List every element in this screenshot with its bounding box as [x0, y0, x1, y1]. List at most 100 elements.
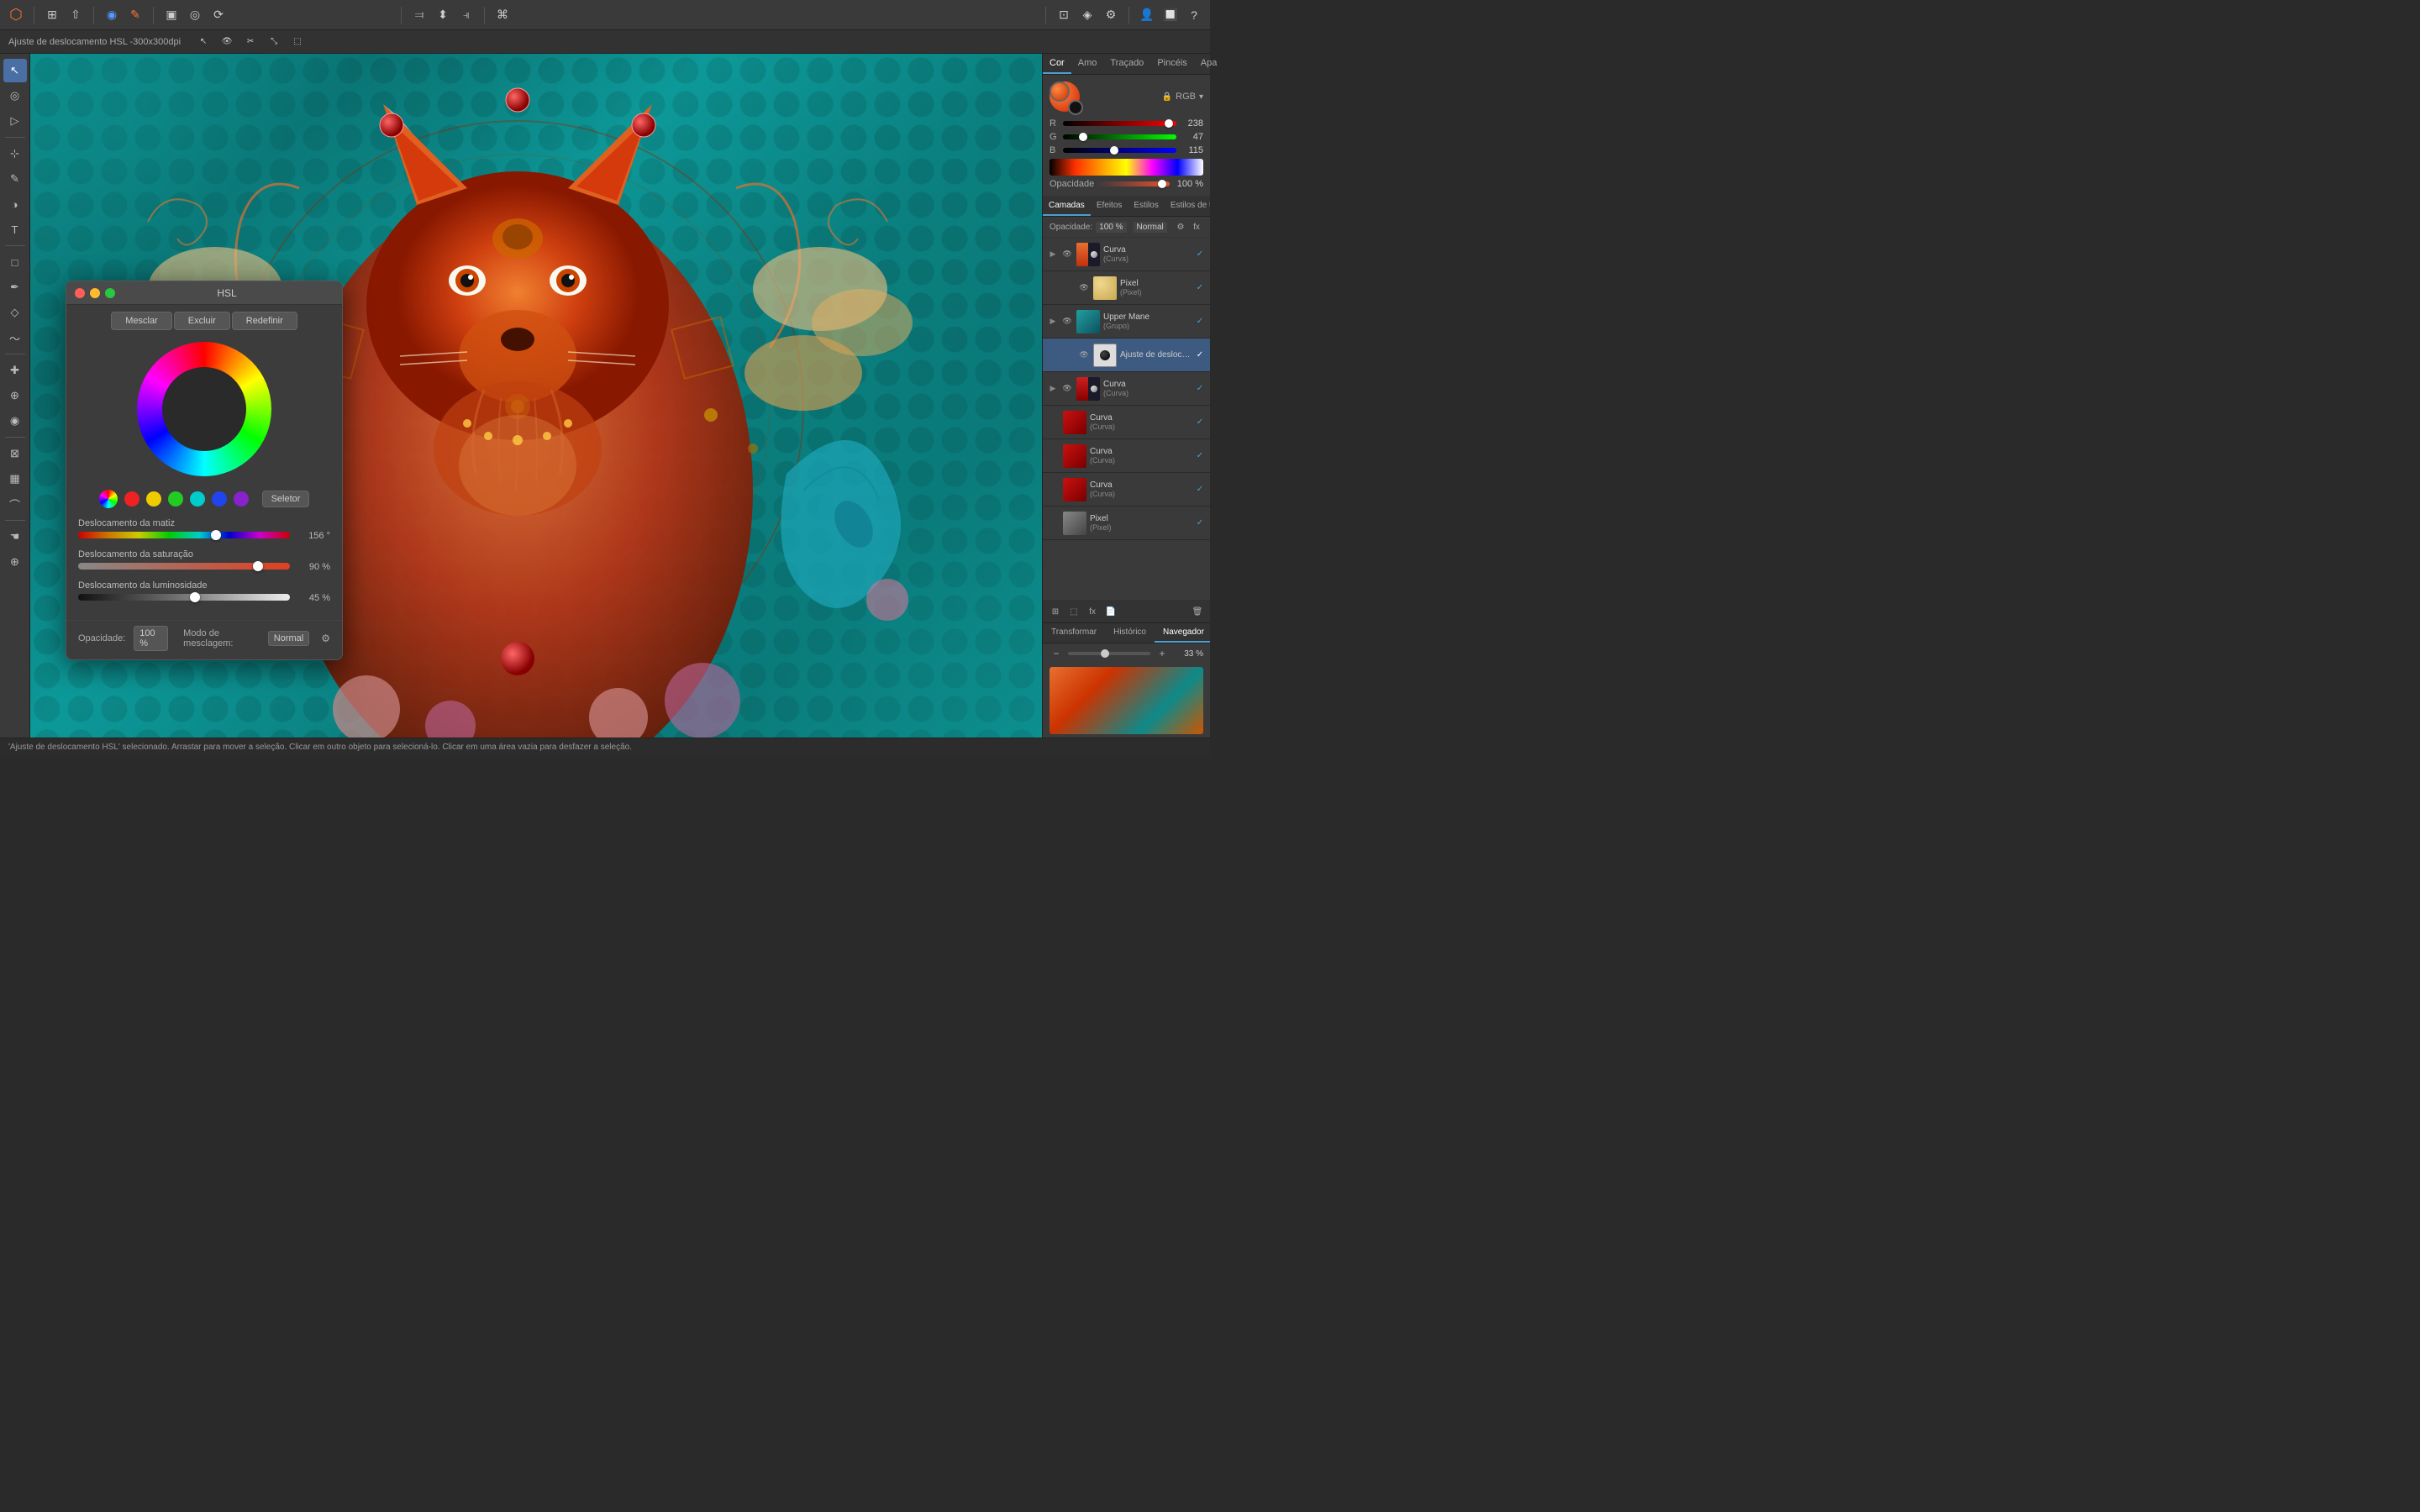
crop-tool[interactable]: ⊹	[3, 142, 27, 165]
layer-item[interactable]: Pixel (Pixel) ✓	[1043, 507, 1210, 540]
paint-icon[interactable]: ✎	[126, 6, 145, 24]
layers-opacity-val[interactable]: 100 %	[1096, 222, 1126, 233]
tab-historico[interactable]: Histórico	[1105, 623, 1155, 643]
layers-fx-icon[interactable]: fx	[1190, 220, 1203, 234]
layer-item[interactable]: ▶ 👁 Curva (Curva) ✓	[1043, 238, 1210, 271]
maximize-button[interactable]	[105, 288, 115, 298]
hand-tool[interactable]: ☚	[3, 525, 27, 549]
fill-tool[interactable]: ◑	[3, 192, 27, 216]
layer-check-icon[interactable]: ✓	[1195, 384, 1205, 394]
reset-button[interactable]: Redefinir	[232, 312, 297, 330]
pen-tool[interactable]: ✒	[3, 276, 27, 299]
layer-visibility-icon[interactable]: 👁	[1061, 383, 1073, 395]
layers-blend-mode[interactable]: Normal	[1134, 222, 1167, 233]
layer-check-icon[interactable]: ✓	[1195, 518, 1205, 528]
align-center-icon[interactable]: ⬍	[434, 6, 452, 24]
spectrum-swatch[interactable]	[99, 490, 118, 508]
grid-icon[interactable]: ⊞	[43, 6, 61, 24]
color-model[interactable]: RGB	[1176, 92, 1196, 102]
b-thumb[interactable]	[1110, 146, 1118, 155]
layers-settings-icon[interactable]: ⚙	[1174, 220, 1187, 234]
opacity-slider[interactable]	[1097, 181, 1170, 186]
layer-check-icon[interactable]: ✓	[1195, 417, 1205, 428]
brush-settings-icon[interactable]: ◈	[1078, 6, 1097, 24]
heal-tool[interactable]: ✚	[3, 359, 27, 382]
sat-slider-track[interactable]	[78, 563, 290, 570]
layer-item[interactable]: ▶ 👁 Upper Mane (Grupo) ✓	[1043, 305, 1210, 339]
tab-tracado[interactable]: Traçado	[1103, 54, 1150, 74]
tab-amo[interactable]: Amo	[1071, 54, 1104, 74]
node-tool[interactable]: ◎	[3, 84, 27, 108]
red-swatch[interactable]	[124, 491, 139, 507]
help-icon[interactable]: ?	[1185, 6, 1203, 24]
r-thumb[interactable]	[1165, 119, 1173, 128]
layers-stack-icon[interactable]: ⊞	[1048, 604, 1063, 619]
layer-visibility-icon2[interactable]: 👁	[1078, 349, 1090, 361]
layer-expand-icon[interactable]: ▶	[1048, 384, 1058, 394]
node2-tool[interactable]: ◇	[3, 301, 27, 324]
photo-icon[interactable]: ◉	[103, 6, 121, 24]
clone-tool[interactable]: ⊕	[3, 384, 27, 407]
layer-check-icon[interactable]: ✓	[1195, 317, 1205, 327]
lasso-tool[interactable]: ⌒	[3, 492, 27, 516]
background-color[interactable]	[1068, 100, 1083, 115]
layer-item[interactable]: Curva (Curva) ✓	[1043, 439, 1210, 473]
share-icon[interactable]: ⇧	[66, 6, 85, 24]
purple-swatch[interactable]	[234, 491, 249, 507]
blue-swatch[interactable]	[212, 491, 227, 507]
yellow-swatch[interactable]	[146, 491, 161, 507]
layer-check-icon[interactable]: ✓	[1195, 485, 1205, 495]
eye-tool[interactable]: 👁	[218, 33, 236, 51]
select-ellipse-icon[interactable]: ◎	[186, 6, 204, 24]
user-icon[interactable]: 👤	[1138, 6, 1156, 24]
layer-item[interactable]: 👁 Pixel (Pixel) ✓	[1043, 271, 1210, 305]
canvas-area[interactable]: HSL Mesclar Excluir Redefinir	[30, 54, 1042, 738]
shape-tool[interactable]: □	[3, 250, 27, 274]
layer-item[interactable]: Curva (Curva) ✓	[1043, 473, 1210, 507]
crop-tool[interactable]: ✂	[241, 33, 260, 51]
store-icon[interactable]: 🔲	[1161, 6, 1180, 24]
foreground-color[interactable]	[1050, 81, 1070, 102]
zoom-out-icon[interactable]: −	[1050, 647, 1063, 660]
layer-item[interactable]: ▶ 👁 Curva (Curva) ✓	[1043, 372, 1210, 406]
lum-slider-track[interactable]	[78, 594, 290, 601]
tab-transformar[interactable]: Transformar	[1043, 623, 1105, 643]
color-wheel[interactable]	[137, 342, 271, 476]
select-button[interactable]: Seletor	[262, 491, 310, 507]
close-button[interactable]	[75, 288, 85, 298]
layers-adjust-icon[interactable]: ⬚	[1066, 604, 1081, 619]
layers-add-doc-icon[interactable]: 📄	[1103, 604, 1118, 619]
crop2-tool[interactable]: ⊠	[3, 442, 27, 465]
resize-tool[interactable]: ⤡	[265, 33, 283, 51]
align-right-icon[interactable]: ⫣	[457, 6, 476, 24]
zoom-in-icon[interactable]: +	[1155, 647, 1169, 660]
text-tool[interactable]: T	[3, 218, 27, 241]
tab-estilos-texto[interactable]: Estilos de texto	[1165, 197, 1210, 216]
tab-camadas[interactable]: Camadas	[1043, 197, 1091, 216]
sat-slider-thumb[interactable]	[253, 561, 263, 571]
select-rect-icon[interactable]: ▣	[162, 6, 181, 24]
layer-item-active[interactable]: 👁 Ajuste de deslocame ✓	[1043, 339, 1210, 372]
zoom-thumb[interactable]	[1101, 649, 1109, 658]
layer-check-icon[interactable]: ✓	[1195, 350, 1205, 360]
layers-trash-icon[interactable]: 🗑	[1190, 604, 1205, 619]
merge-button[interactable]: Mesclar	[111, 312, 172, 330]
tab-apa[interactable]: Apa	[1194, 54, 1224, 74]
layer-visibility-icon[interactable]: 👁	[1061, 316, 1073, 328]
transform-tool[interactable]: ▷	[3, 109, 27, 133]
hue-slider-track[interactable]	[78, 532, 290, 538]
arrange-icon[interactable]: ⊡	[1055, 6, 1073, 24]
minimize-button[interactable]	[90, 288, 100, 298]
layer-visibility-icon2[interactable]: 👁	[1078, 282, 1090, 294]
tab-pinceis[interactable]: Pincéis	[1150, 54, 1193, 74]
color-gradient-bar[interactable]	[1050, 159, 1203, 176]
color-model-dropdown[interactable]: ▾	[1199, 92, 1203, 102]
cursor-tool[interactable]: ↖	[194, 33, 213, 51]
blend-icon[interactable]: ⌘	[493, 6, 512, 24]
smudge-tool[interactable]: 〜	[3, 326, 27, 349]
lum-slider-thumb[interactable]	[190, 592, 200, 602]
cyan-swatch[interactable]	[190, 491, 205, 507]
transform-icon[interactable]: ⟳	[209, 6, 228, 24]
g-thumb[interactable]	[1079, 133, 1087, 141]
selection-tool[interactable]: ▦	[3, 467, 27, 491]
